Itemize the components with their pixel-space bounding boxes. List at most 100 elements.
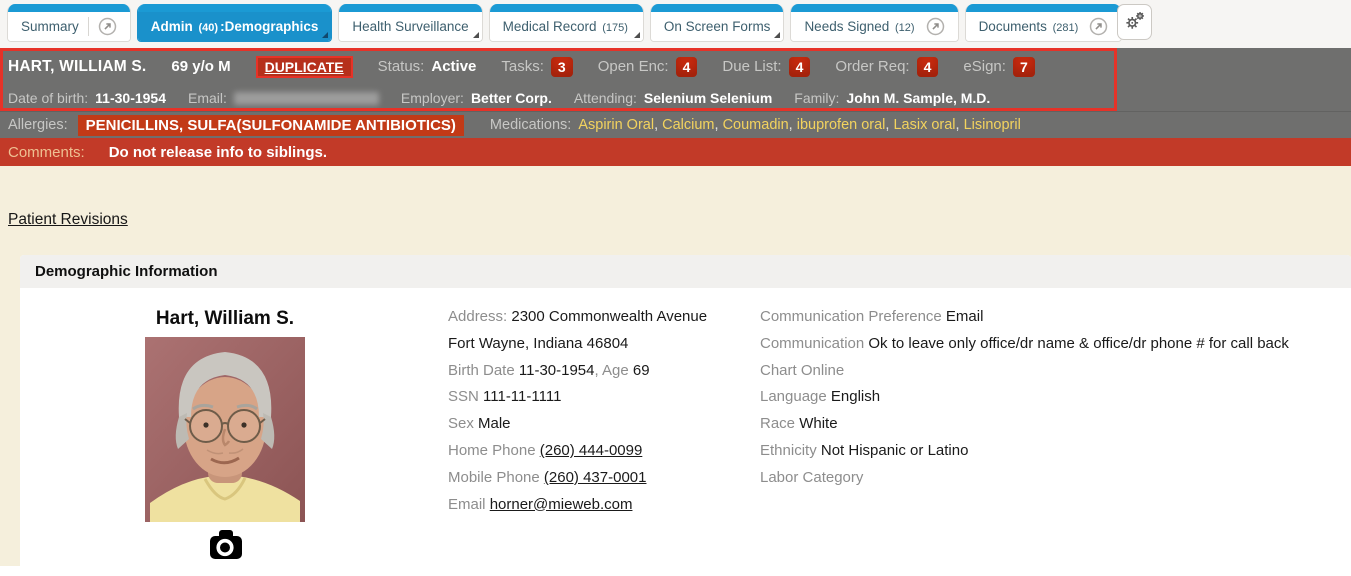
patient-display-name: Hart, William S. <box>45 308 405 330</box>
open-enc-count-badge[interactable]: 4 <box>676 57 698 77</box>
medication-link[interactable]: Calcium <box>662 117 714 133</box>
duplicate-badge[interactable]: DUPLICATE <box>256 56 353 78</box>
sex-value: Male <box>478 415 511 432</box>
order-req-field: Order Req: 4 <box>835 57 938 77</box>
tab-list: Summary Admin (40):Demographics Health Sur… <box>7 4 1122 42</box>
address-value: 2300 Commonwealth Avenue <box>511 308 707 325</box>
chart-online-label: Chart Online <box>760 362 844 379</box>
redacted-email-value <box>234 92 379 105</box>
ethnicity-value: Not Hispanic or Latino <box>821 442 969 459</box>
language-value: English <box>831 388 880 405</box>
settings-button[interactable] <box>1117 4 1152 40</box>
tab-health-surveillance[interactable]: Health Surveillance <box>338 4 482 42</box>
tab-count: (40) <box>199 22 219 34</box>
status-field: Status: Active <box>378 58 477 75</box>
main-content: Patient Revisions Demographic Informatio… <box>0 166 1351 566</box>
esign-field: eSign: 7 <box>963 57 1034 77</box>
due-list-count-badge[interactable]: 4 <box>789 57 811 77</box>
tab-medical-record[interactable]: Medical Record (175) <box>489 4 644 42</box>
order-req-count-badge[interactable]: 4 <box>917 57 939 77</box>
medication-separator: , <box>956 117 964 133</box>
ethnicity-label: Ethnicity <box>760 442 821 459</box>
tab-top-stripe <box>339 4 481 12</box>
field-address: Address: 2300 Commonwealth AvenueFort Wa… <box>448 304 764 358</box>
tab-body: Needs Signed (12) <box>791 12 957 41</box>
medications-field: Medications: Aspirin Oral, Calcium, Coum… <box>490 117 1021 133</box>
language-label: Language <box>760 388 831 405</box>
tab-needs-signed[interactable]: Needs Signed (12) <box>790 4 958 42</box>
field-sex: Sex Male <box>448 411 764 438</box>
patient-age-sex: 69 y/o M <box>171 58 230 75</box>
tab-count: (12) <box>895 22 915 34</box>
medication-link[interactable]: Lasix oral <box>893 117 955 133</box>
medication-link[interactable]: Coumadin <box>723 117 789 133</box>
tasks-count-badge[interactable]: 3 <box>551 57 573 77</box>
open-enc-label: Open Enc: <box>598 58 669 75</box>
home-phone-label: Home Phone <box>448 442 540 459</box>
tab-label: Needs Signed (12) <box>804 19 916 34</box>
birth-date-label: , Age <box>595 362 633 379</box>
medication-link[interactable]: Lisinopril <box>964 117 1021 133</box>
allergies-badge[interactable]: PENICILLINS, SULFA(SULFONAMIDE ANTIBIOTI… <box>78 115 464 136</box>
status-label: Status: <box>378 58 425 75</box>
field-communication-preference: Communication Preference Email <box>760 304 1351 331</box>
sex-label: Sex <box>448 415 478 432</box>
email-link[interactable]: horner@mieweb.com <box>490 496 633 513</box>
tab-top-stripe <box>490 4 643 12</box>
popout-arrow-icon[interactable] <box>926 17 945 36</box>
ssn-label: SSN <box>448 388 483 405</box>
mobile-phone-link[interactable]: (260) 437-0001 <box>544 469 647 486</box>
field-labor-category: Labor Category <box>760 465 1351 492</box>
patient-header: HART, WILLIAM S. 69 y/o M DUPLICATE Stat… <box>0 48 1351 166</box>
camera-icon[interactable] <box>208 529 244 565</box>
patient-summary-row: HART, WILLIAM S. 69 y/o M DUPLICATE Stat… <box>0 48 1351 85</box>
attending-label: Attending: <box>574 90 637 106</box>
popout-arrow-icon[interactable] <box>1089 17 1108 36</box>
dob-label: Date of birth: <box>8 90 88 106</box>
field-mobile-phone: Mobile Phone (260) 437-0001 <box>448 465 764 492</box>
tab-label: Health Surveillance <box>352 19 468 34</box>
field-ssn: SSN 111-11-1111 <box>448 384 764 411</box>
tasks-label: Tasks: <box>501 58 544 75</box>
open-enc-field: Open Enc: 4 <box>598 57 698 77</box>
tab-body: Documents (281) <box>966 12 1122 41</box>
field-communication: Communication Ok to leave only office/dr… <box>760 331 1351 358</box>
tab-label: Documents (281) <box>979 19 1081 34</box>
patient-name: HART, WILLIAM S. <box>8 58 146 76</box>
patient-revisions-link[interactable]: Patient Revisions <box>8 211 128 229</box>
employer-field: Employer: Better Corp. <box>401 90 552 106</box>
comments-label: Comments: <box>8 144 85 161</box>
field-chart-online: Chart Online <box>760 358 1351 385</box>
medication-link[interactable]: Aspirin Oral <box>578 117 654 133</box>
tab-on-screen-forms[interactable]: On Screen Forms <box>650 4 785 42</box>
home-phone-link[interactable]: (260) 444-0099 <box>540 442 643 459</box>
race-value: White <box>799 415 837 432</box>
tab-admin-demographics[interactable]: Admin (40):Demographics <box>137 4 333 42</box>
esign-count-badge[interactable]: 7 <box>1013 57 1035 77</box>
tab-documents[interactable]: Documents (281) <box>965 4 1123 42</box>
popout-arrow-icon[interactable] <box>88 17 117 36</box>
tab-label: Summary <box>21 19 79 34</box>
tab-body: Summary <box>8 12 130 41</box>
allergies-row: Allergies: PENICILLINS, SULFA(SULFONAMID… <box>0 111 1351 138</box>
tab-label: Admin (40):Demographics <box>151 19 319 34</box>
communication-preference-label: Communication Preference <box>760 308 946 325</box>
medications-label: Medications: <box>490 117 571 133</box>
patient-photo[interactable] <box>145 337 305 522</box>
tab-menu-fold-icon <box>473 32 479 38</box>
medication-separator: , <box>789 117 797 133</box>
demographics-body: Hart, William S. <box>20 288 1351 576</box>
order-req-label: Order Req: <box>835 58 909 75</box>
tab-summary[interactable]: Summary <box>7 4 131 42</box>
tab-menu-fold-icon <box>634 32 640 38</box>
medication-link[interactable]: ibuprofen oral <box>797 117 886 133</box>
field-language: Language English <box>760 384 1351 411</box>
ssn-value: 111-11-1111 <box>483 388 561 405</box>
due-list-field: Due List: 4 <box>722 57 810 77</box>
tab-top-stripe <box>651 4 784 12</box>
address-value: Fort Wayne, Indiana 46804 <box>448 335 628 352</box>
tab-top-stripe <box>8 4 130 12</box>
communication-value: Ok to leave only office/dr name & office… <box>868 335 1289 352</box>
tab-label: On Screen Forms <box>664 19 771 34</box>
communication-label: Communication <box>760 335 868 352</box>
